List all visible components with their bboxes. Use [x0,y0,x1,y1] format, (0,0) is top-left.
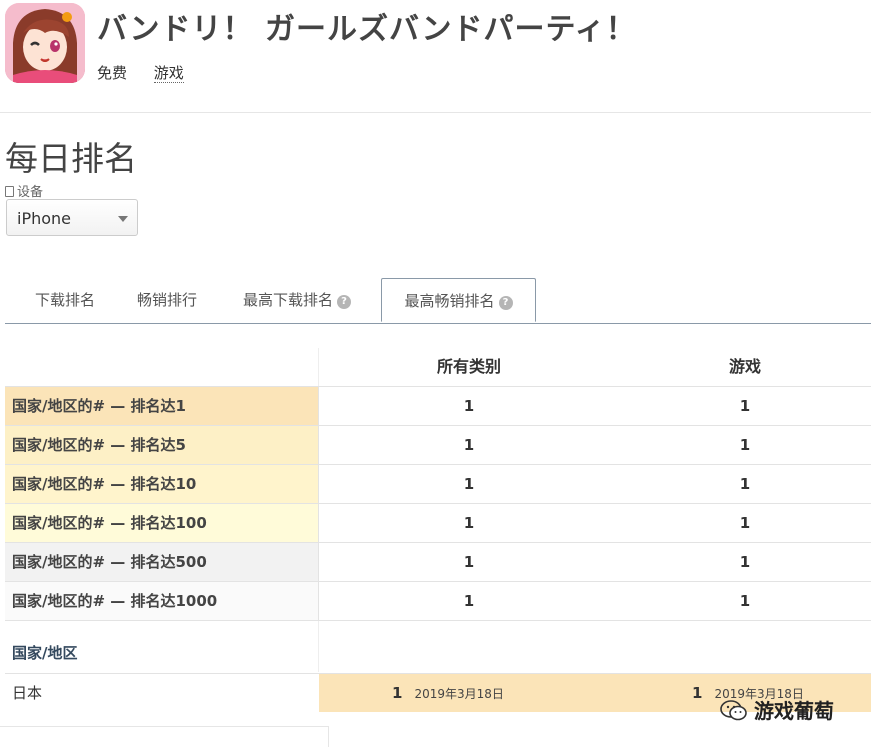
table-row: 国家/地区的# — 排名达100 1 1 [5,504,871,543]
wechat-icon [720,700,748,727]
tab-top-grossing-rank[interactable]: 最高畅销排名? [381,278,536,322]
watermark-text: 游戏葡萄 [754,699,834,723]
table-header-row: 所有类别 游戏 [5,348,871,387]
row-label: 国家/地区的# — 排名达500 [5,543,319,581]
help-icon[interactable]: ? [337,295,351,309]
region-header: 国家/地区 [5,621,319,672]
tab-label: 最高畅销排名 [404,292,495,310]
help-icon[interactable]: ? [498,296,513,310]
rank-count-all[interactable]: 1 [319,426,619,464]
table-row: 国家/地区的# — 排名达1000 1 1 [5,582,871,621]
device-label-text: 设备 [17,185,44,200]
best-rank-all-date: 2019年3月18日 [414,687,504,701]
chevron-down-icon [118,216,128,222]
panel-divider [0,726,329,747]
rank-count-all[interactable]: 1 [319,387,619,425]
rank-count-game[interactable]: 1 [619,543,871,581]
table-row: 国家/地区的# — 排名达500 1 1 [5,543,871,582]
app-header: バンドリ！ ガールズバンドパーティ！ 免费 游戏 [0,0,871,113]
phone-icon [5,186,14,197]
row-label: 国家/地区的# — 排名达10 [5,465,319,503]
tab-label: 最高下载排名 [242,291,333,309]
genre-link[interactable]: 游戏 [153,64,184,83]
country-all-rank-cell: 1 2019年3月18日 [319,674,619,712]
rank-count-game[interactable]: 1 [619,504,871,542]
app-title: バンドリ！ ガールズバンドパーティ！ [97,12,637,47]
row-label: 国家/地区的# — 排名达5 [5,426,319,464]
table-row: 国家/地区的# — 排名达1 1 1 [5,387,871,426]
tab-label: 下载排名 [34,291,95,309]
table-row: 国家/地区的# — 排名达5 1 1 [5,426,871,465]
row-label: 国家/地区的# — 排名达100 [5,504,319,542]
row-label: 国家/地区的# — 排名达1000 [5,582,319,620]
device-select-value: iPhone [17,209,72,228]
app-icon[interactable] [5,3,85,83]
tab-grossing-rank[interactable]: 畅销排行 [121,278,213,322]
region-header-row: 国家/地区 [5,621,871,674]
rank-count-game[interactable]: 1 [619,465,871,503]
row-label: 国家/地区的# — 排名达1 [5,387,319,425]
tab-label: 畅销排行 [136,291,197,309]
rank-count-game[interactable]: 1 [619,387,871,425]
country-name[interactable]: 日本 [5,674,319,712]
column-header-games[interactable]: 游戏 [619,348,871,386]
rank-count-game[interactable]: 1 [619,426,871,464]
tab-download-rank[interactable]: 下载排名 [19,278,111,322]
device-label: 设备 [5,181,43,200]
table-row: 国家/地区的# — 排名达10 1 1 [5,465,871,504]
rank-count-all[interactable]: 1 [319,465,619,503]
app-meta: 免费 游戏 [97,62,206,83]
best-rank-game: 1 [692,684,703,702]
watermark: 游戏葡萄 [720,695,834,723]
rank-count-all[interactable]: 1 [319,543,619,581]
rank-count-all[interactable]: 1 [319,504,619,542]
best-rank-all: 1 [392,684,403,702]
rank-count-game[interactable]: 1 [619,582,871,620]
column-header-all-categories[interactable]: 所有类别 [319,348,619,386]
rank-count-all[interactable]: 1 [319,582,619,620]
tab-top-download-rank[interactable]: 最高下载排名? [223,278,371,322]
ranking-table: 所有类别 游戏 国家/地区的# — 排名达1 1 1 国家/地区的# — 排名达… [5,348,871,713]
table-header-blank [5,348,319,386]
ranking-tabs: 下载排名 畅销排行 最高下载排名? 最高畅销排名? [5,278,871,324]
section-title: 每日排名 [5,139,137,178]
price-label: 免费 [97,64,128,82]
device-select[interactable]: iPhone [6,199,138,236]
